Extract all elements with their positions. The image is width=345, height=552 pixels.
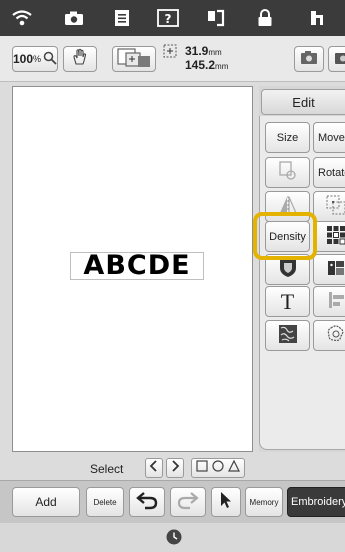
color-grid-icon (325, 257, 345, 282)
text-tool-label: T (280, 288, 295, 314)
hoop-icon (116, 47, 152, 71)
chevron-left-icon (149, 459, 159, 477)
chevron-right-icon (170, 459, 180, 477)
select-shape-button[interactable] (191, 458, 245, 478)
align-icon (325, 289, 345, 314)
hoop-size-button[interactable] (112, 46, 156, 72)
array-button[interactable] (313, 191, 345, 222)
stippling-button[interactable] (265, 320, 310, 351)
select-next-button[interactable] (166, 458, 184, 478)
text-edit-button[interactable]: T (265, 286, 310, 317)
camera-scan-icon (333, 49, 345, 70)
redo-button[interactable] (170, 487, 206, 517)
shape-select-icon (195, 459, 241, 477)
height-unit: mm (215, 62, 229, 71)
rotate-button[interactable]: Rotate (313, 157, 345, 188)
needle-icon[interactable] (305, 8, 329, 28)
embroidery-button[interactable]: Embroidery (287, 487, 345, 517)
add-label: Add (35, 495, 57, 509)
camera-scan-button[interactable] (328, 46, 345, 72)
size-label: Size (276, 131, 299, 144)
help-icon[interactable]: ? (155, 8, 181, 28)
design-width: 31.9mm (185, 44, 245, 58)
rotate-label: Rotate (318, 166, 345, 179)
fill-pattern-icon (325, 224, 345, 249)
select-label: Select (90, 462, 124, 476)
hand-icon (71, 48, 89, 71)
width-unit: mm (208, 48, 222, 57)
zoom-value: 100 (12, 52, 34, 66)
density-highlight (253, 212, 317, 260)
svg-text:?: ? (165, 12, 172, 26)
redo-icon (176, 490, 200, 515)
width-height-icon (163, 44, 177, 58)
undo-button[interactable] (129, 487, 165, 517)
array-icon (325, 194, 345, 219)
lock-icon[interactable] (253, 8, 277, 28)
embroidery-label: Embroidery (291, 496, 345, 508)
memory-label: Memory (249, 497, 279, 507)
group-icon (277, 160, 299, 185)
memory-button[interactable]: Memory (245, 487, 283, 517)
width-value: 31.9 (185, 44, 209, 58)
zoom-unit: % (33, 54, 42, 64)
shield-icon (277, 257, 299, 282)
select-pointer-button[interactable] (211, 487, 241, 517)
move-button[interactable]: Move (313, 122, 345, 153)
add-button[interactable]: Add (12, 487, 80, 517)
fill-pattern-button[interactable] (313, 221, 345, 252)
pan-hand-button[interactable] (63, 46, 97, 72)
pattern-text: ABCDE (83, 250, 191, 281)
group-button[interactable] (265, 157, 310, 188)
undo-icon (135, 490, 159, 515)
thread-icon[interactable] (203, 8, 229, 28)
delete-button[interactable]: Delete (86, 487, 124, 517)
zoom-button[interactable]: 100 % (12, 46, 58, 72)
embroidery-pattern[interactable]: ABCDE (70, 252, 204, 280)
tab-edit[interactable]: Edit (261, 89, 345, 115)
height-value: 145.2 (185, 58, 216, 72)
design-canvas[interactable]: ABCDE (12, 86, 253, 452)
document-icon[interactable] (110, 8, 134, 28)
status-bar: ? (0, 0, 345, 36)
tab-edit-label: Edit (292, 94, 315, 110)
design-height: 145.2mm (185, 58, 245, 72)
size-button[interactable]: Size (265, 122, 310, 153)
move-label: Move (318, 131, 345, 144)
delete-label: Delete (93, 497, 117, 507)
camera-view-icon (299, 49, 319, 70)
cursor-icon (218, 491, 234, 514)
outline-button[interactable] (313, 320, 345, 351)
wifi-icon[interactable] (10, 8, 34, 28)
clock-icon[interactable] (166, 529, 182, 545)
thread-color-button[interactable] (313, 254, 345, 285)
camera-view-button[interactable] (294, 46, 324, 72)
align-button[interactable] (313, 286, 345, 317)
camera-icon[interactable] (62, 8, 86, 28)
outline-icon (325, 323, 345, 348)
select-previous-button[interactable] (145, 458, 163, 478)
stipple-icon (277, 323, 299, 348)
magnifier-icon (43, 51, 57, 68)
